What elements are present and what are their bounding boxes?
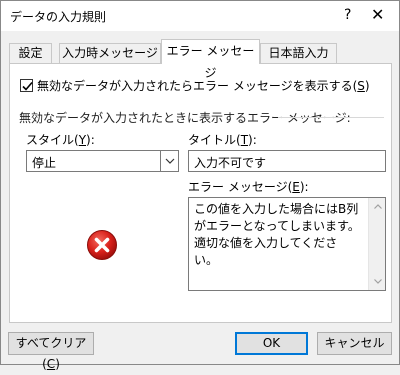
style-select[interactable]: 停止 — [26, 150, 179, 172]
error-message-text: この値を入力した場合にはB列がエラーとなってしまいます。適切な値を入力してくださ… — [194, 202, 360, 267]
checkmark-icon — [22, 81, 33, 91]
style-select-value: 停止 — [32, 156, 57, 170]
title-label: タイトル(T): — [188, 133, 257, 147]
clear-all-button[interactable]: すべてクリア(C) — [8, 332, 94, 371]
tab-settings[interactable]: 設定 — [9, 43, 52, 63]
error-stop-icon — [87, 230, 117, 260]
title-input-value: 入力不可です — [194, 156, 267, 170]
show-error-checkbox[interactable] — [20, 79, 33, 92]
show-error-checkbox-label: 無効なデータが入力されたらエラー メッセージを表示する(S) — [37, 79, 370, 93]
close-button[interactable]: ✕ — [371, 5, 384, 24]
section-divider — [278, 117, 384, 118]
title-bar: データの入力規則 ? ✕ — [1, 1, 399, 31]
tab-error-message[interactable]: エラー メッセージ — [161, 39, 260, 80]
scroll-up-icon[interactable] — [369, 198, 386, 215]
style-label: スタイル(Y): — [26, 133, 95, 147]
title-input[interactable]: 入力不可です — [188, 150, 386, 172]
error-message-textarea[interactable]: この値を入力した場合にはB列がエラーとなってしまいます。適切な値を入力してくださ… — [188, 197, 386, 291]
error-message-label: エラー メッセージ(E): — [188, 180, 309, 194]
chevron-down-icon[interactable] — [160, 151, 178, 171]
tab-input-message[interactable]: 入力時メッセージ — [59, 43, 161, 63]
error-message-panel: 無効なデータが入力されたらエラー メッセージを表示する(S) 無効なデータが入力… — [9, 63, 392, 323]
tab-japanese-input[interactable]: 日本語入力 — [260, 43, 337, 63]
dialog-title: データの入力規則 — [10, 10, 107, 24]
data-validation-dialog: データの入力規則 ? ✕ 設定 入力時メッセージ エラー メッセージ 日本語入力… — [0, 0, 400, 371]
help-button[interactable]: ? — [344, 7, 351, 23]
cancel-button[interactable]: キャンセル — [317, 332, 392, 355]
show-error-checkbox-row[interactable]: 無効なデータが入力されたらエラー メッセージを表示する(S) — [20, 77, 370, 94]
textarea-scrollbar[interactable] — [368, 198, 385, 290]
ok-button[interactable]: OK — [235, 332, 308, 355]
scroll-down-icon[interactable] — [369, 273, 386, 290]
